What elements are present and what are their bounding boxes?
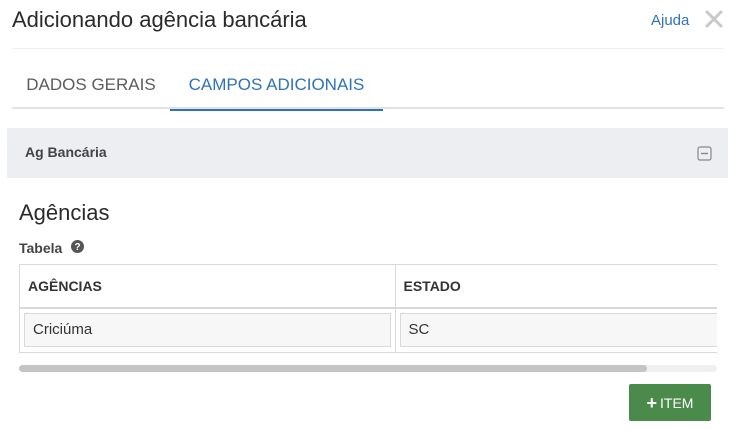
- column-header-estado: ESTADO: [395, 265, 717, 309]
- horizontal-scrollbar[interactable]: [19, 365, 717, 372]
- question-circle-icon[interactable]: ?: [71, 240, 84, 253]
- add-item-label: ITEM: [660, 394, 694, 411]
- svg-text:?: ?: [74, 242, 80, 253]
- cell-input-estado[interactable]: SC: [399, 313, 717, 348]
- tab-campos-adicionais[interactable]: CAMPOS ADICIONAIS: [170, 62, 383, 111]
- plus-icon: +: [646, 392, 658, 413]
- table-row: Criciúma SC: [20, 308, 717, 353]
- minus-square-icon[interactable]: [697, 146, 712, 161]
- add-item-button[interactable]: + ITEM: [629, 384, 711, 421]
- agencias-table: AGÊNCIAS ESTADO Criciúma SC: [20, 265, 717, 353]
- table-cell: SC: [395, 308, 717, 353]
- section-title: Ag Bancária: [25, 144, 107, 160]
- header-divider: [12, 48, 724, 49]
- scrollbar-thumb[interactable]: [19, 365, 647, 372]
- block-title: Agências: [19, 200, 110, 225]
- table-header-row: AGÊNCIAS ESTADO: [20, 265, 717, 309]
- close-icon[interactable]: [703, 8, 725, 30]
- table-cell: Criciúma: [20, 308, 396, 353]
- tab-bar: DADOS GERAIS CAMPOS ADICIONAIS: [12, 62, 724, 111]
- field-label-tabela: Tabela: [19, 240, 63, 256]
- column-header-agencias: AGÊNCIAS: [20, 265, 396, 309]
- tab-dados-gerais[interactable]: DADOS GERAIS: [12, 62, 170, 109]
- dialog-title: Adicionando agência bancária: [12, 7, 307, 32]
- cell-input-agencia[interactable]: Criciúma: [24, 313, 391, 348]
- dialog-header: Adicionando agência bancária Ajuda: [0, 0, 733, 48]
- help-link[interactable]: Ajuda: [651, 12, 689, 29]
- section-header-ag-bancaria[interactable]: Ag Bancária: [7, 128, 728, 178]
- agencias-table-container: AGÊNCIAS ESTADO Criciúma SC: [19, 264, 717, 353]
